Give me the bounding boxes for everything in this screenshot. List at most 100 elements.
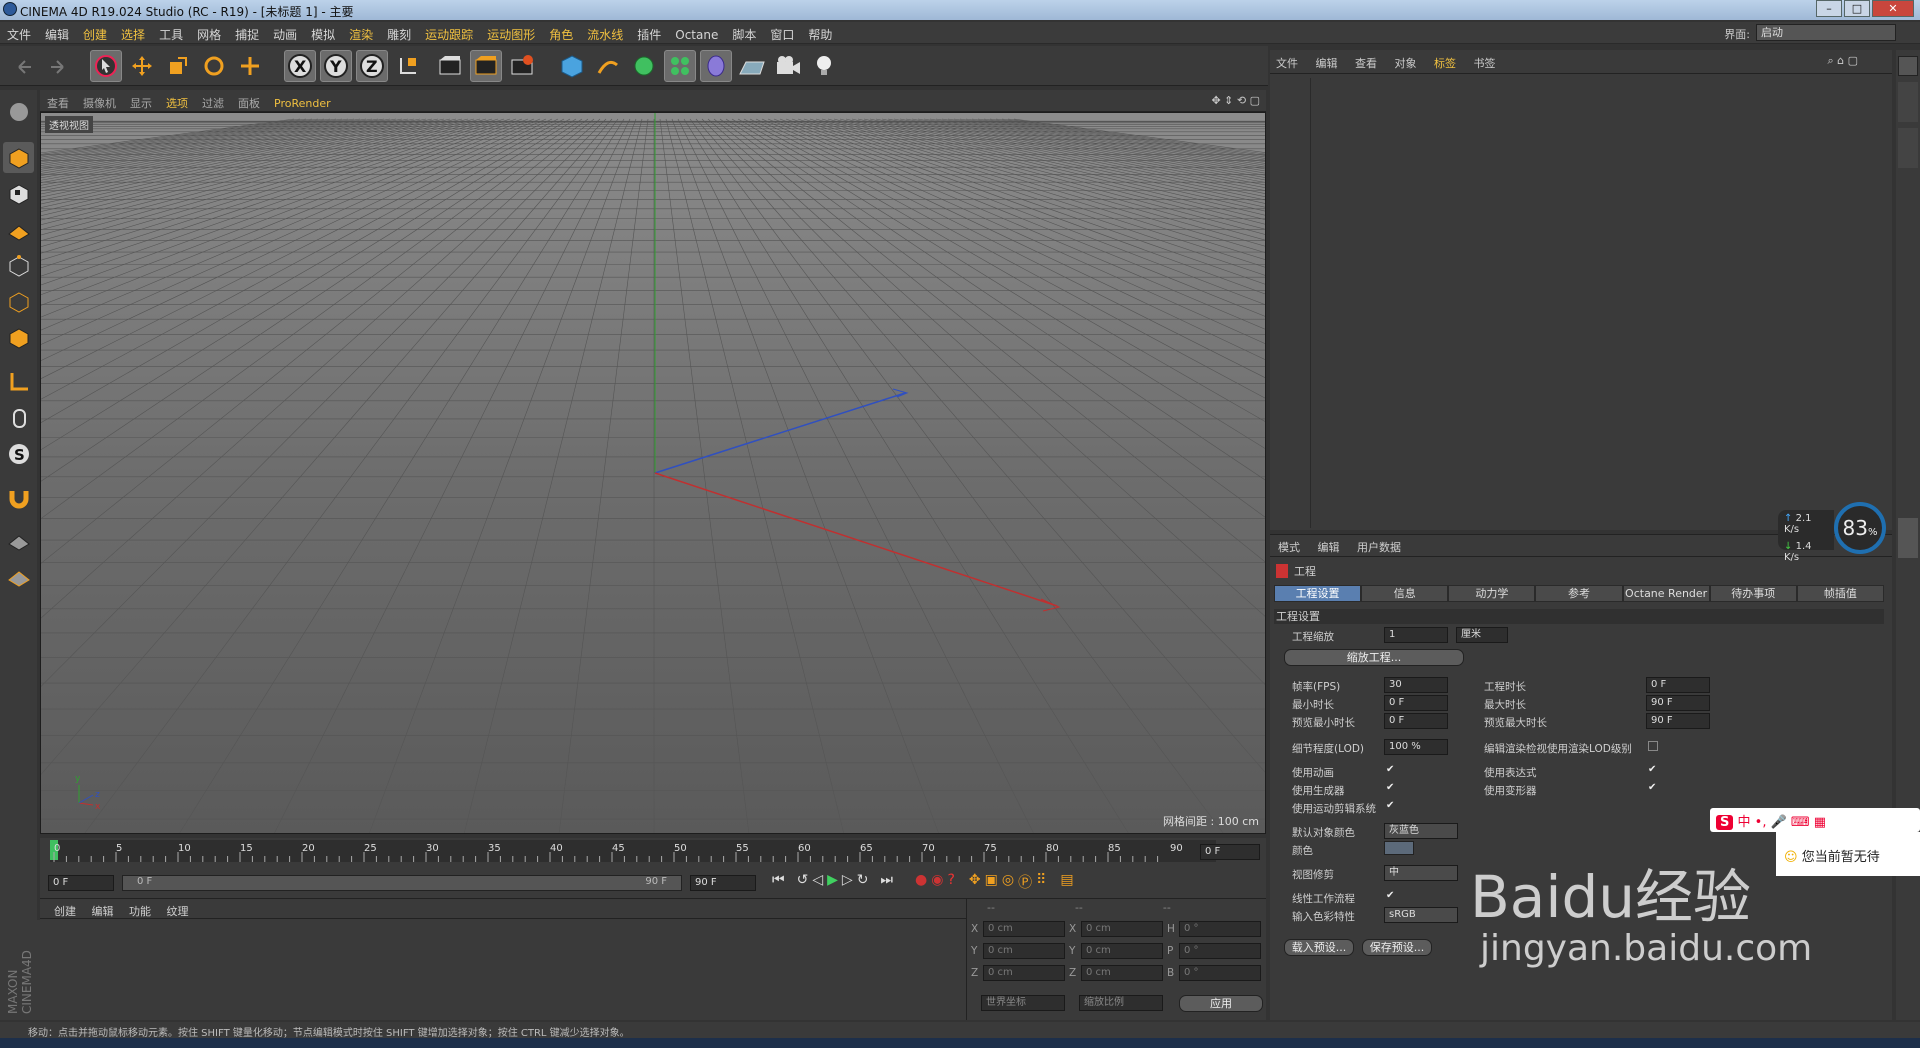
start-frame-field[interactable]: 0 F: [48, 875, 114, 891]
use-deformers-checkbox[interactable]: ✔: [1648, 783, 1658, 793]
side-tab-objects[interactable]: [1898, 56, 1918, 76]
tab-octane-render[interactable]: Octane Render: [1622, 585, 1710, 602]
key-points-icon[interactable]: ⠿: [1036, 872, 1046, 892]
unit-select[interactable]: 厘米: [1456, 627, 1508, 643]
color-swatch[interactable]: [1384, 841, 1414, 855]
tab-todo[interactable]: 待办事项: [1709, 585, 1797, 602]
side-tab-content-browser[interactable]: [1898, 128, 1918, 168]
save-preset-button[interactable]: 保存预设...: [1362, 939, 1432, 956]
timeline-window-icon[interactable]: ▤: [1060, 872, 1073, 892]
solo-icon[interactable]: S: [3, 438, 34, 469]
key-rotation-icon[interactable]: ◎: [1002, 872, 1014, 892]
duration-field[interactable]: 0 F: [1646, 677, 1710, 693]
previous-frame-icon[interactable]: ◁: [812, 872, 823, 892]
edges-mode-icon[interactable]: [3, 286, 34, 317]
z-axis-lock-icon[interactable]: Z: [356, 50, 388, 82]
tab-reference[interactable]: 参考: [1535, 585, 1623, 602]
tab-project-settings[interactable]: 工程设置: [1274, 585, 1362, 602]
previous-key-icon[interactable]: ↺: [797, 872, 809, 892]
deformer-icon[interactable]: [700, 50, 732, 82]
material-menu-texture[interactable]: 纹理: [167, 905, 189, 918]
menu-create[interactable]: 创建: [76, 22, 114, 47]
menu-mesh[interactable]: 网格: [190, 22, 228, 47]
material-menu-function[interactable]: 功能: [129, 905, 151, 918]
workplane-lock-icon[interactable]: [3, 526, 34, 557]
workplane-mode-icon[interactable]: [3, 214, 34, 245]
key-position-icon[interactable]: ✥: [969, 872, 981, 892]
attr-menu-edit[interactable]: 编辑: [1318, 541, 1340, 554]
fps-field[interactable]: 30: [1384, 677, 1448, 693]
rotate-icon[interactable]: [198, 50, 230, 82]
obj-menu-view[interactable]: 查看: [1355, 57, 1377, 70]
side-tab-takes[interactable]: [1898, 82, 1918, 122]
default-color-select[interactable]: 灰蓝色: [1384, 823, 1458, 839]
snap-magnet-icon[interactable]: [3, 482, 34, 513]
obj-menu-file[interactable]: 文件: [1276, 57, 1298, 70]
go-to-end-icon[interactable]: ⏭: [880, 872, 893, 892]
floor-icon[interactable]: [736, 50, 768, 82]
undo-icon[interactable]: [8, 50, 40, 82]
timeline-ruler[interactable]: 0 5 10 15 20 25 30 35 40 45 50 55 60 65 70 75 80 85 90: [40, 838, 1266, 868]
coord-value-field[interactable]: 0 cm: [983, 965, 1065, 981]
use-animation-checkbox[interactable]: ✔: [1386, 765, 1396, 775]
cloner-icon[interactable]: [664, 50, 696, 82]
render-settings-icon[interactable]: [506, 50, 538, 82]
attr-menu-mode[interactable]: 模式: [1278, 541, 1300, 554]
menu-script[interactable]: 脚本: [725, 22, 763, 47]
scale-icon[interactable]: [162, 50, 194, 82]
viewport-nav-icons[interactable]: ✥ ⇕ ⟲ ▢: [1211, 94, 1260, 107]
view-clip-select[interactable]: 中: [1384, 865, 1458, 881]
menu-pipeline[interactable]: 流水线: [580, 22, 630, 47]
range-slider[interactable]: 0 F 90 F: [122, 875, 682, 891]
scale-project-button[interactable]: 缩放工程...: [1284, 649, 1464, 666]
side-tab-attributes[interactable]: [1898, 518, 1918, 558]
play-icon[interactable]: ▶: [827, 872, 838, 892]
menu-select[interactable]: 选择: [114, 22, 152, 47]
camera-icon[interactable]: [772, 50, 804, 82]
menu-edit[interactable]: 编辑: [38, 22, 76, 47]
maximize-button[interactable]: □: [1844, 0, 1870, 17]
obj-menu-bookmark[interactable]: 书签: [1474, 57, 1496, 70]
render-view-icon[interactable]: [434, 50, 466, 82]
obj-menu-object[interactable]: 对象: [1395, 57, 1417, 70]
coord-value-field[interactable]: 0 °: [1179, 921, 1261, 937]
polygons-mode-icon[interactable]: [3, 322, 34, 353]
workplane-snap-icon[interactable]: [3, 562, 34, 593]
coord-value-field[interactable]: 0 cm: [1081, 943, 1163, 959]
make-editable-icon[interactable]: [3, 96, 34, 127]
points-mode-icon[interactable]: [3, 250, 34, 281]
x-axis-lock-icon[interactable]: X: [284, 50, 316, 82]
menu-sculpt[interactable]: 雕刻: [380, 22, 418, 47]
attr-menu-userdata[interactable]: 用户数据: [1357, 541, 1401, 554]
menu-window[interactable]: 窗口: [763, 22, 801, 47]
axis-mode-icon[interactable]: [3, 366, 34, 397]
light-icon[interactable]: [808, 50, 840, 82]
go-to-start-icon[interactable]: ⏮: [772, 872, 785, 892]
keyframe-help-icon[interactable]: ?: [947, 872, 954, 892]
lod-render-checkbox[interactable]: [1648, 741, 1658, 751]
move-icon[interactable]: [126, 50, 158, 82]
tab-info[interactable]: 信息: [1361, 585, 1449, 602]
menu-simulate[interactable]: 模拟: [304, 22, 342, 47]
input-color-profile-select[interactable]: sRGB: [1384, 907, 1458, 923]
use-expressions-checkbox[interactable]: ✔: [1648, 765, 1658, 775]
menu-file[interactable]: 文件: [0, 22, 38, 47]
select-arrow-icon[interactable]: [90, 50, 122, 82]
use-motion-system-checkbox[interactable]: ✔: [1386, 801, 1396, 811]
material-menu-create[interactable]: 创建: [54, 905, 76, 918]
interface-select[interactable]: 启动: [1756, 24, 1896, 41]
cpu-usage-ring[interactable]: 83%: [1834, 502, 1886, 554]
apply-button[interactable]: 应用: [1179, 995, 1263, 1012]
obj-menu-edit[interactable]: 编辑: [1316, 57, 1338, 70]
key-scale-icon[interactable]: ▣: [985, 872, 998, 892]
render-to-picture-viewer-icon[interactable]: [470, 50, 502, 82]
menu-tools[interactable]: 工具: [152, 22, 190, 47]
menu-help[interactable]: 帮助: [801, 22, 839, 47]
preview-min-field[interactable]: 0 F: [1384, 713, 1448, 729]
model-mode-icon[interactable]: [3, 142, 34, 173]
tab-dynamics[interactable]: 动力学: [1448, 585, 1536, 602]
load-preset-button[interactable]: 载入预设...: [1284, 939, 1354, 956]
obj-menu-tag[interactable]: 标签: [1434, 57, 1456, 70]
coordinate-system-icon[interactable]: [392, 50, 424, 82]
menu-octane[interactable]: Octane: [668, 24, 725, 46]
